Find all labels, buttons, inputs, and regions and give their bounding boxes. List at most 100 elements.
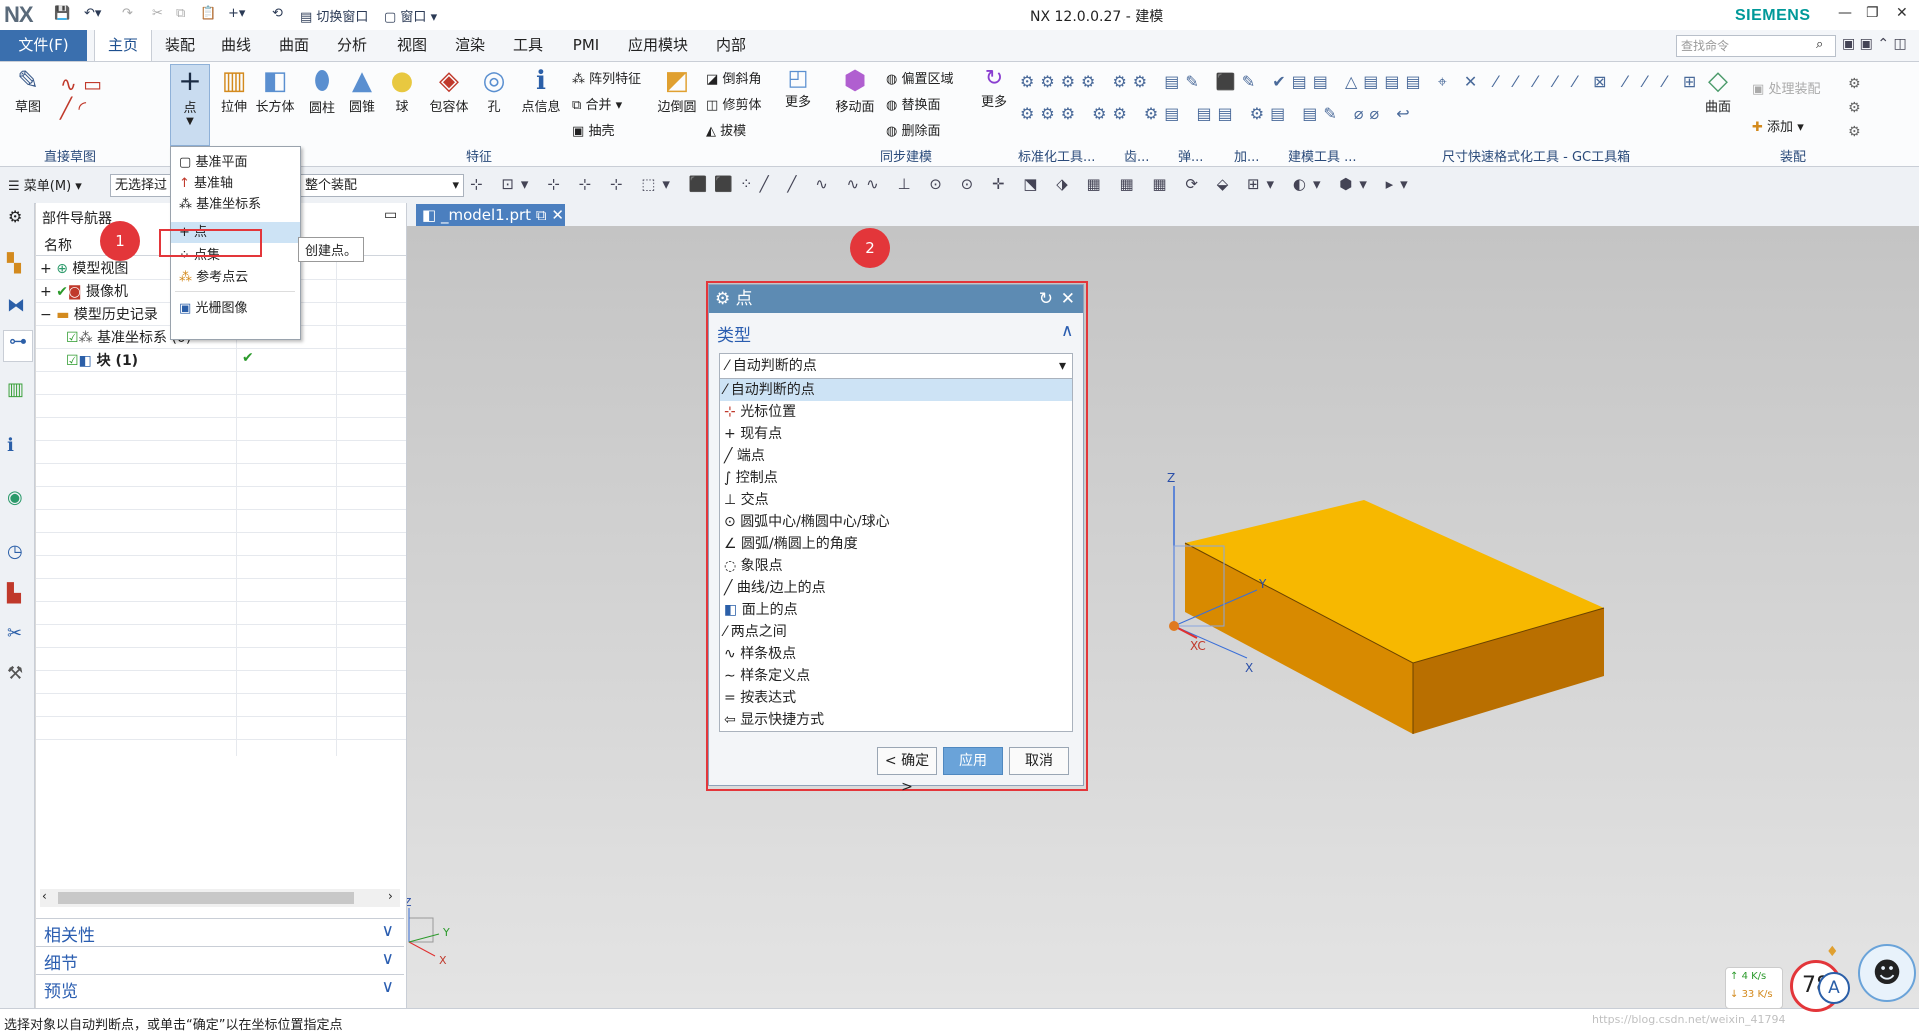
menu-item-point-cloud[interactable]: ⁂ 参考点云 xyxy=(179,267,248,288)
assembly-tool-button[interactable]: ▣ 处理装配 xyxy=(1752,78,1820,97)
tab-assembly[interactable]: 装配 xyxy=(156,30,204,61)
mascot-avatar[interactable]: ☻ xyxy=(1858,944,1916,1002)
redo-icon[interactable]: ↷ xyxy=(122,6,133,24)
cylinder-button[interactable]: ⬮ 圆柱 xyxy=(302,66,342,116)
sketch-curve-icons[interactable]: ∿ ▭ ╱ ◜ xyxy=(60,72,102,120)
tab-internal[interactable]: 内部 xyxy=(706,30,756,61)
close-icon[interactable]: ✕ xyxy=(551,206,564,224)
option-between-two-points[interactable]: ⁄ 两点之间 xyxy=(720,621,1072,643)
tab-curve[interactable]: 曲线 xyxy=(212,30,260,61)
copy-icon[interactable]: ⧉ xyxy=(176,6,185,24)
scroll-left-icon[interactable]: ‹ xyxy=(42,889,47,903)
menu-item-datum-csys[interactable]: ⁂ 基准坐标系 xyxy=(179,194,261,215)
standardization-tool-icons[interactable]: ⚙⚙⚙⚙ ⚙⚙ ▤✎ ⬛✎ ✔▤▤ △▤▤▤ ⌖ ✕ ⁄ ⁄ ⁄ ⁄ ⁄ ⊠ ⁄… xyxy=(1020,72,1702,92)
roles-icon[interactable]: ⚒ xyxy=(7,663,23,684)
system-materials-icon[interactable]: ▙ xyxy=(7,583,21,604)
collapse-icon[interactable]: ∧ xyxy=(1061,321,1073,341)
dependencies-panel-header[interactable]: 相关性 ∨ xyxy=(36,918,404,946)
close-icon[interactable]: ✕ xyxy=(1061,285,1075,313)
more-features-button[interactable]: ◰ 更多 xyxy=(778,66,818,110)
tool-row-2-icons[interactable]: ⚙⚙⚙ ⚙⚙ ⚙▤ ▤▤ ⚙▤ ▤✎ ⌀⌀ ↩ xyxy=(1020,104,1416,123)
minimize-icon[interactable]: — xyxy=(1838,5,1852,21)
tab-pmi[interactable]: PMI xyxy=(562,30,610,61)
draft-button[interactable]: ◭ 拔模 xyxy=(706,120,746,139)
ribbon-options-icon[interactable]: ▣ ▣ ⌃ ◫ xyxy=(1842,36,1907,52)
option-control-point[interactable]: ∫ 控制点 xyxy=(720,467,1072,489)
reuse-library-icon[interactable]: ▥ xyxy=(7,379,24,400)
restore-icon[interactable]: ❐ xyxy=(1866,5,1879,21)
tab-surface[interactable]: 曲面 xyxy=(270,30,318,61)
checkbox-icon[interactable]: ☑ xyxy=(66,330,79,346)
maximize-icon[interactable]: ▭ xyxy=(384,207,397,223)
dialog-title-bar[interactable]: ⚙ 点 ↻ ✕ xyxy=(709,285,1083,313)
type-section-header[interactable]: 类型 xyxy=(717,321,751,346)
cone-button[interactable]: ▲ 圆锥 xyxy=(342,66,382,115)
surface-button[interactable]: ◇ 曲面 xyxy=(1696,66,1740,115)
move-face-button[interactable]: ⬢ 移动面 xyxy=(830,66,880,115)
selection-scope-combo[interactable]: 整个装配 ▾ xyxy=(300,174,464,197)
scrollbar-thumb[interactable] xyxy=(58,892,354,904)
undo-icon[interactable]: ↶▾ xyxy=(84,6,101,24)
sphere-button[interactable]: ● 球 xyxy=(382,66,422,115)
origin-point[interactable] xyxy=(1169,621,1179,631)
offset-region-button[interactable]: ◍ 偏置区域 xyxy=(886,68,954,87)
tab-analysis[interactable]: 分析 xyxy=(328,30,376,61)
ok-button[interactable]: < 确定 > xyxy=(877,747,937,795)
repeat-icon[interactable]: ⟲ xyxy=(272,6,283,24)
tab-applications[interactable]: 应用模块 xyxy=(618,30,698,61)
trim-body-button[interactable]: ◫ 修剪体 xyxy=(706,94,761,113)
option-existing-point[interactable]: + 现有点 xyxy=(720,423,1072,445)
option-spline-defining-point[interactable]: ∼ 样条定义点 xyxy=(720,665,1072,687)
edge-blend-button[interactable]: ◩ 边倒圆 xyxy=(652,66,702,115)
apply-button[interactable]: 应用 xyxy=(943,747,1003,775)
scroll-right-icon[interactable]: › xyxy=(388,889,393,903)
window-menu-button[interactable]: ▢ 窗口 ▾ xyxy=(384,6,437,25)
snap-point-icons[interactable]: ⊹ ⊡▾ ⊹ ⊹ ⊹ ⬚▾ ⬛⬛⁘╱ ╱ ∿ ∿∿ ⊥ ⊙ ⊙ ✛ ⬔ ⬗ ▦ … xyxy=(470,175,1415,193)
assembly-navigator-icon[interactable]: ▚ xyxy=(7,253,21,274)
option-arc-center[interactable]: ⊙ 圆弧中心/椭圆中心/球心 xyxy=(720,511,1072,533)
hole-button[interactable]: ◎ 孔 xyxy=(476,66,512,115)
option-cursor-location[interactable]: ⊹ 光标位置 xyxy=(720,401,1072,423)
menu-item-datum-plane[interactable]: ▢ 基准平面 xyxy=(179,152,247,173)
option-by-expression[interactable]: = 按表达式 xyxy=(720,687,1072,709)
option-point-on-face[interactable]: ◧ 面上的点 xyxy=(720,599,1072,621)
option-show-shortcuts[interactable]: ⇦ 显示快捷方式 xyxy=(720,709,1072,731)
close-icon[interactable]: ✕ xyxy=(1896,5,1908,21)
option-intersection-point[interactable]: ⊥ 交点 xyxy=(720,489,1072,511)
details-panel-header[interactable]: 细节 ∨ xyxy=(36,946,404,974)
hd3d-icon[interactable]: ℹ xyxy=(7,435,14,456)
save-icon[interactable]: 💾 xyxy=(54,6,70,24)
command-finder-icon[interactable]: +▾ xyxy=(228,6,245,24)
process-studio-icon[interactable]: ✂ xyxy=(7,623,22,644)
menu-item-raster-image[interactable]: ▣ 光栅图像 xyxy=(179,298,247,319)
point-info-button[interactable]: ℹ 点信息 xyxy=(516,66,566,115)
option-point-on-curve[interactable]: ╱ 曲线/边上的点 xyxy=(720,577,1072,599)
horizontal-scrollbar[interactable]: ‹ › xyxy=(40,889,400,907)
menu-button[interactable]: ☰ 菜单(M) ▾ xyxy=(8,175,82,194)
search-icon[interactable]: ⌕ xyxy=(1816,37,1823,52)
menu-item-datum-axis[interactable]: ↑ 基准轴 xyxy=(179,173,233,194)
model-tab[interactable]: ◧ _model1.prt ⧉ ✕ xyxy=(416,204,565,226)
checkbox-icon[interactable]: ☑ xyxy=(66,353,79,369)
option-inferred-point[interactable]: ⁄ 自动判断的点 xyxy=(720,379,1072,401)
block-button[interactable]: ◧ 长方体 xyxy=(252,66,298,115)
chamfer-button[interactable]: ◪ 倒斜角 xyxy=(706,68,761,87)
reset-icon[interactable]: ↻ xyxy=(1039,285,1053,313)
unite-button[interactable]: ⧉ 合并 ▾ xyxy=(572,94,622,113)
tab-home[interactable]: 主页 xyxy=(94,30,152,61)
bounding-body-button[interactable]: ◈ 包容体 xyxy=(424,66,474,115)
preview-panel-header[interactable]: 预览 ∨ xyxy=(36,974,404,1002)
delete-face-button[interactable]: ◍ 删除面 xyxy=(886,120,941,139)
web-browser-icon[interactable]: ◉ xyxy=(7,487,23,508)
command-search-input[interactable]: 查找命令 xyxy=(1676,35,1836,57)
sketch-button[interactable]: ✎ 草图 xyxy=(10,66,46,115)
file-tab[interactable]: 文件(F) xyxy=(0,30,87,61)
replace-face-button[interactable]: ◍ 替换面 xyxy=(886,94,941,113)
add-component-button[interactable]: ✚ 添加 ▾ xyxy=(1752,116,1804,135)
cut-icon[interactable]: ✂ xyxy=(152,6,163,24)
type-select[interactable]: ⁄ 自动判断的点 ▾ xyxy=(719,353,1073,379)
solid-block[interactable] xyxy=(1184,500,1605,734)
tab-tools[interactable]: 工具 xyxy=(504,30,552,61)
assembly-side-icons[interactable]: ⚙ ⚙ ⚙ xyxy=(1848,72,1861,144)
option-angle-on-arc[interactable]: ∠ 圆弧/椭圆上的角度 xyxy=(720,533,1072,555)
